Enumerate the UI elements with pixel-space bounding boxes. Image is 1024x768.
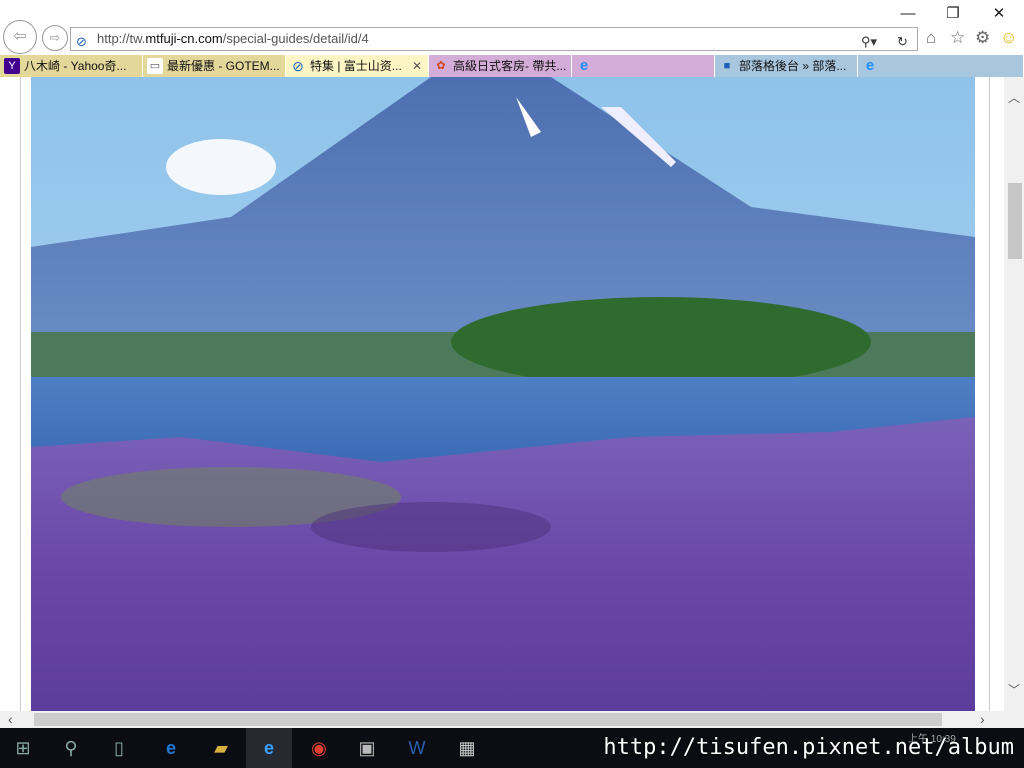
search-icon[interactable]: ⚲▾ <box>861 31 877 53</box>
address-bar[interactable]: ⊘ http://tw.mtfuji-cn.com/special-guides… <box>70 27 918 51</box>
url-path: /special-guides/detail/id/4 <box>222 31 369 46</box>
tab-ie-blank-2[interactable]: e <box>858 55 1024 77</box>
horizontal-scrollbar[interactable]: ‹ › <box>0 711 1024 728</box>
tab-label: 八木崎 - Yahoo奇... <box>24 59 127 73</box>
chrome-icon[interactable]: ◉ <box>296 728 342 768</box>
site-favicon-icon: ▭ <box>147 58 163 74</box>
ie-icon: e <box>865 57 875 74</box>
tab-gotemba[interactable]: ▭ 最新優惠 - GOTEM... <box>143 55 286 77</box>
scrollbar-thumb[interactable] <box>34 713 942 726</box>
tab-label: 最新優惠 - GOTEM... <box>167 59 280 73</box>
tab-label: 部落格後台 » 部落... <box>739 59 847 73</box>
favorites-star-icon[interactable]: ☆ <box>950 28 965 48</box>
home-icon[interactable]: ⌂ <box>926 28 936 48</box>
forward-button[interactable]: ⇨ <box>42 25 68 51</box>
gear-icon[interactable]: ⚙ <box>975 28 990 48</box>
ie-icon: e <box>579 57 589 74</box>
start-windows-icon[interactable]: ⊞ <box>0 728 46 768</box>
store-icon[interactable]: ▣ <box>344 728 390 768</box>
url-domain: mtfuji-cn.com <box>145 31 223 46</box>
yahoo-icon: Y <box>4 58 20 74</box>
restore-button[interactable]: ❐ <box>938 4 968 24</box>
flower-icon: ✿ <box>436 60 446 72</box>
scroll-right-icon[interactable]: › <box>980 711 985 727</box>
vertical-scrollbar[interactable]: ︿ ﹀ <box>1004 77 1024 711</box>
search-icon[interactable]: ⚲ <box>48 728 94 768</box>
word-icon[interactable]: W <box>394 728 440 768</box>
tab-ie-blank[interactable]: e <box>572 55 715 77</box>
tab-mtfuji-active[interactable]: ⊘ 特集 | 富士山资... ✕ <box>286 55 429 77</box>
scroll-up-icon[interactable]: ︿ <box>1008 89 1020 106</box>
tab-close-icon[interactable]: ✕ <box>412 55 422 77</box>
tab-label: 特集 | 富士山资... <box>310 59 402 73</box>
scrollbar-thumb[interactable] <box>1008 183 1022 259</box>
site-icon: ⊘ <box>292 58 304 74</box>
smiley-feedback-icon[interactable]: ☺ <box>1000 28 1017 48</box>
tab-hotel[interactable]: ✿ 高級日式客房- 帶共... <box>429 55 572 77</box>
close-button[interactable]: ✕ <box>984 4 1014 24</box>
scroll-left-icon[interactable]: ‹ <box>8 711 13 727</box>
refresh-icon[interactable]: ↻ <box>897 31 908 53</box>
movie-maker-icon[interactable]: ▦ <box>444 728 490 768</box>
title-bar: — ❐ ✕ ⇦ ⇨ ⊘ http://tw.mtfuji-cn.com/spec… <box>0 0 1024 54</box>
back-button[interactable]: ⇦ <box>3 20 37 54</box>
page-content <box>0 77 1004 711</box>
url-prefix: http://tw. <box>97 31 146 46</box>
tab-yahoo[interactable]: Y 八木崎 - Yahoo奇... <box>0 55 143 77</box>
minimize-button[interactable]: — <box>893 4 923 24</box>
site-icon: ⊘ <box>76 34 87 49</box>
tab-pixnet[interactable]: ■ 部落格後台 » 部落... <box>715 55 858 77</box>
blog-icon: ■ <box>723 60 731 72</box>
ie-icon[interactable]: e <box>246 728 292 768</box>
watermark-text: http://tisufen.pixnet.net/album <box>603 735 1014 760</box>
mt-fuji-lavender-photo <box>31 77 975 711</box>
file-explorer-icon[interactable]: ▰ <box>198 728 244 768</box>
tab-label: 高級日式客房- 帶共... <box>453 59 567 73</box>
tab-bar: Y 八木崎 - Yahoo奇... ▭ 最新優惠 - GOTEM... ⊘ 特集 | … <box>0 55 1024 77</box>
task-view-icon[interactable]: ▯ <box>96 728 142 768</box>
scroll-down-icon[interactable]: ﹀ <box>1008 681 1020 698</box>
edge-icon[interactable]: e <box>148 728 194 768</box>
